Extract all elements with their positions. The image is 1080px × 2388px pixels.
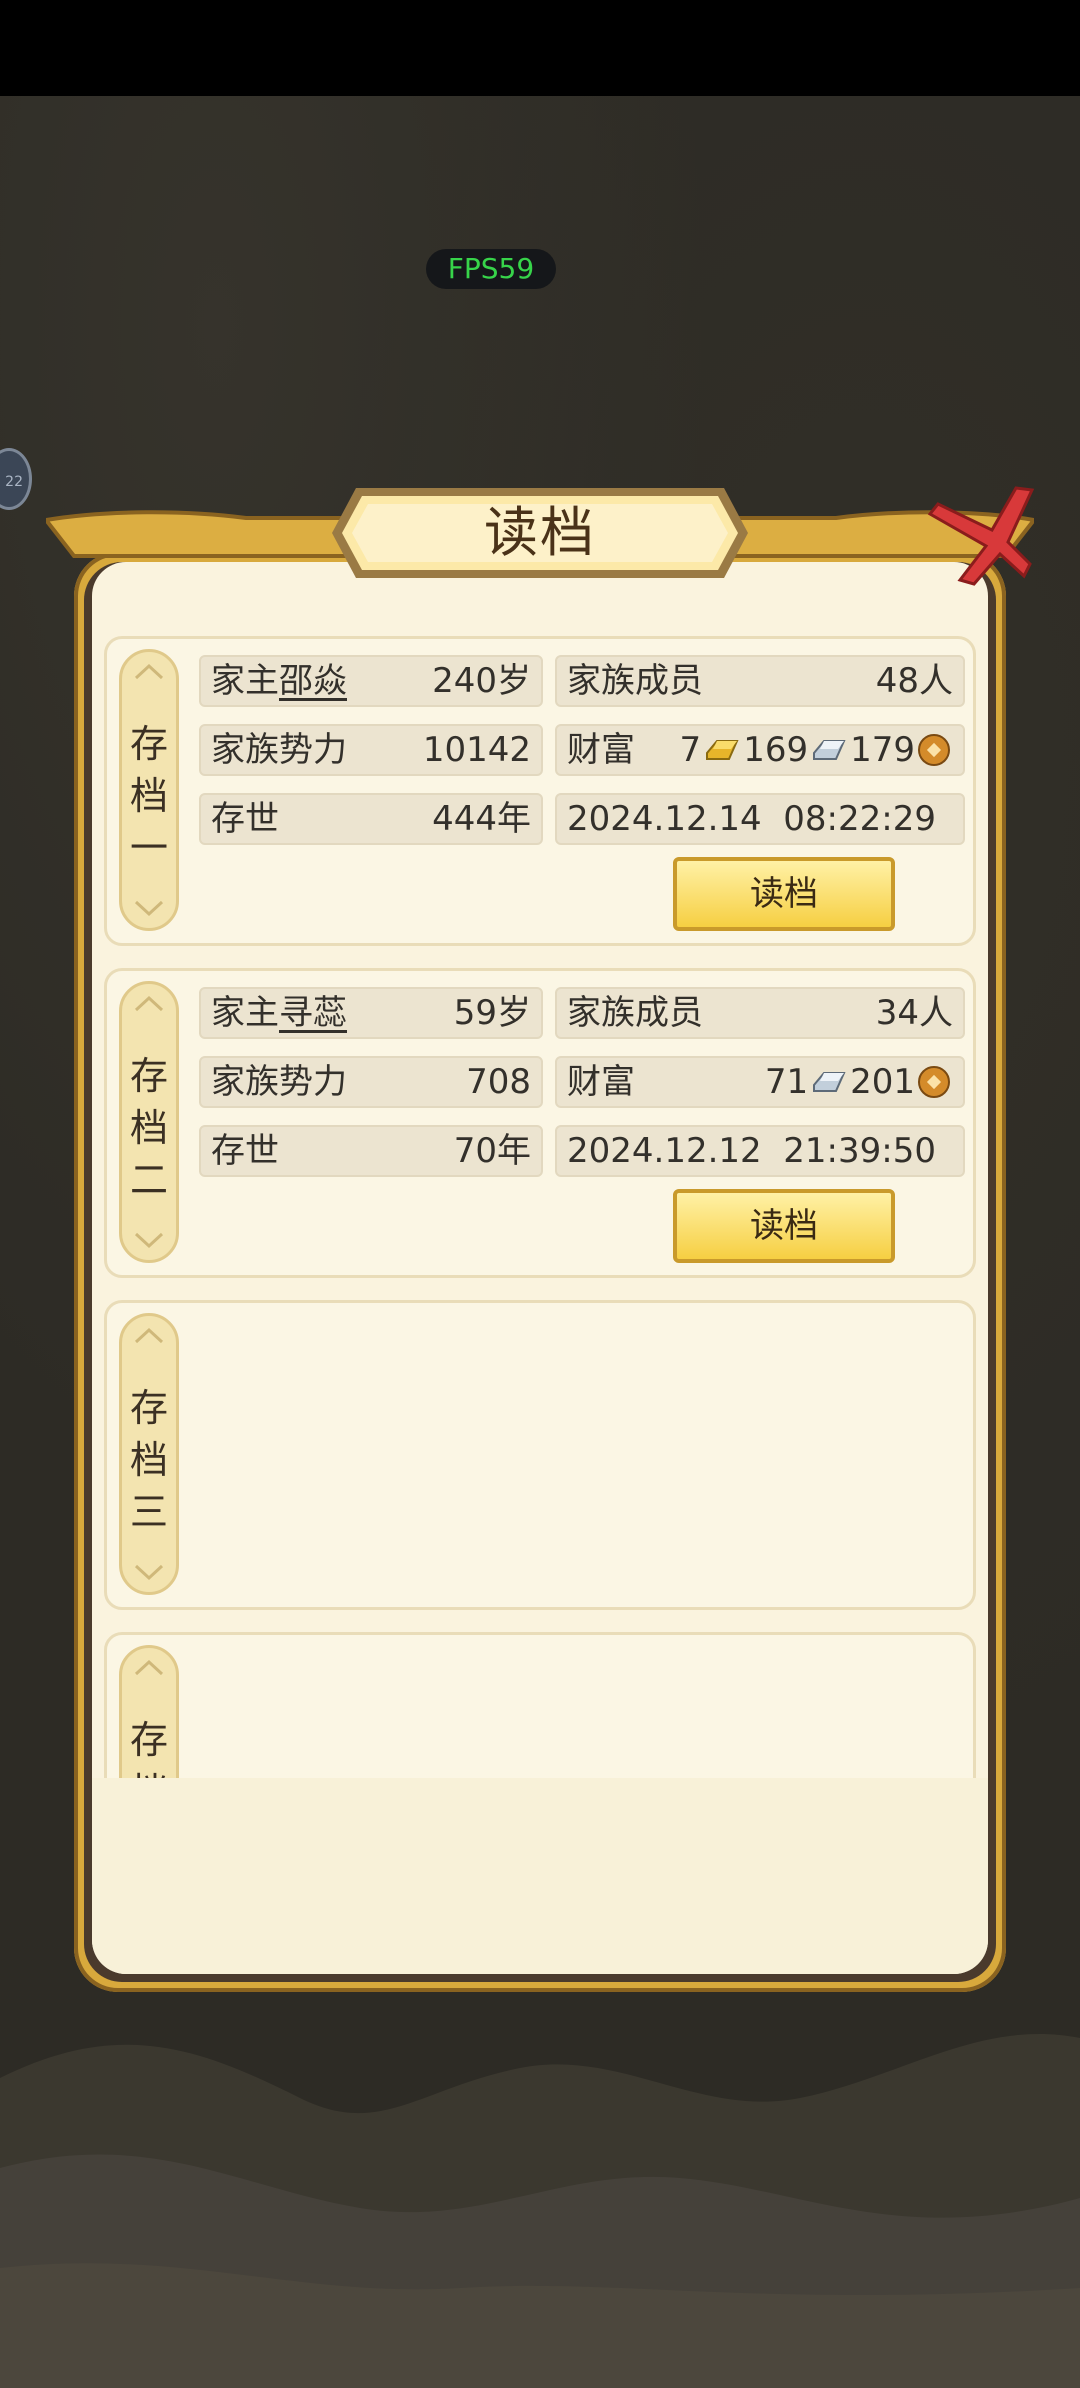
chevron-down-icon xyxy=(134,900,164,917)
head-age: 240岁 xyxy=(432,661,531,701)
wealth-label: 财富 xyxy=(567,1062,635,1102)
chevron-up-icon xyxy=(134,1659,164,1676)
save-slot-1[interactable]: 存 档 一 家主邵焱 240岁 家族成员 48人 家族势力 10142 财富 7… xyxy=(104,636,976,946)
power-value: 708 xyxy=(466,1062,531,1102)
slot-tab: 存 档 一 xyxy=(119,649,179,931)
era-value: 444年 xyxy=(432,799,531,839)
members-label: 家族成员 xyxy=(567,661,703,701)
wealth-silver: 169 xyxy=(743,730,809,770)
slot-tab: 存 档 三 xyxy=(119,1313,179,1595)
members-value: 34人 xyxy=(875,993,953,1033)
members-value: 48人 xyxy=(875,661,953,701)
saved-at-cell: 2024.12.12 21:39:50 xyxy=(555,1125,965,1177)
fps-counter: FPS59 xyxy=(426,249,556,289)
silver-ingot-icon xyxy=(813,740,846,760)
slot-tab-label: 存 档 xyxy=(129,1718,168,1778)
slot-tab: 存 档 二 xyxy=(119,981,179,1263)
saved-at: 2024.12.12 21:39:50 xyxy=(567,1131,936,1171)
chevron-up-icon xyxy=(134,1327,164,1344)
head-name-link[interactable]: 寻蕊 xyxy=(279,993,347,1033)
power-label: 家族势力 xyxy=(211,1062,347,1102)
wealth-cell: 财富 7 169 179 xyxy=(555,724,965,776)
save-slot-4[interactable]: 存 档 xyxy=(104,1632,976,1778)
silver-ingot-icon xyxy=(813,1072,846,1092)
copper-coin-icon xyxy=(918,734,950,766)
saved-at-cell: 2024.12.14 08:22:29 xyxy=(555,793,965,845)
head-label: 家主 xyxy=(211,993,279,1033)
chevron-up-icon xyxy=(134,663,164,680)
chevron-down-icon xyxy=(134,1564,164,1581)
save-slot-list[interactable]: 存 档 一 家主邵焱 240岁 家族成员 48人 家族势力 10142 财富 7… xyxy=(104,636,976,1778)
power-label: 家族势力 xyxy=(211,730,347,770)
wealth-cell: 财富 71 201 xyxy=(555,1056,965,1108)
copper-coin-icon xyxy=(918,1066,950,1098)
wealth-label: 财富 xyxy=(567,730,635,770)
close-icon xyxy=(927,486,1035,586)
dialog-title: 读档 xyxy=(484,501,596,564)
era-value: 70年 xyxy=(453,1131,531,1171)
load-button[interactable]: 读档 xyxy=(673,1189,895,1263)
era-cell: 存世 444年 xyxy=(199,793,543,845)
save-slot-3[interactable]: 存 档 三 xyxy=(104,1300,976,1610)
slot-tab-label: 存 档 二 xyxy=(129,1054,168,1202)
slot-tab: 存 档 xyxy=(119,1645,179,1778)
list-bottom-area xyxy=(92,1778,988,1974)
saved-at: 2024.12.14 08:22:29 xyxy=(567,799,936,839)
era-label: 存世 xyxy=(211,799,279,839)
head-name-link[interactable]: 邵焱 xyxy=(279,661,347,701)
chevron-up-icon xyxy=(134,995,164,1012)
wealth-silver: 71 xyxy=(764,1062,809,1102)
power-value: 10142 xyxy=(422,730,531,770)
head-age: 59岁 xyxy=(453,993,531,1033)
slot-tab-label: 存 档 三 xyxy=(129,1386,168,1534)
era-cell: 存世 70年 xyxy=(199,1125,543,1177)
load-button[interactable]: 读档 xyxy=(673,857,895,931)
save-slot-2[interactable]: 存 档 二 家主寻蕊 59岁 家族成员 34人 家族势力 708 财富 71 2… xyxy=(104,968,976,1278)
members-cell: 家族成员 48人 xyxy=(555,655,965,707)
head-label: 家主 xyxy=(211,661,279,701)
head-cell: 家主寻蕊 59岁 xyxy=(199,987,543,1039)
wealth-gold: 7 xyxy=(679,730,702,770)
head-cell: 家主邵焱 240岁 xyxy=(199,655,543,707)
chevron-down-icon xyxy=(134,1232,164,1249)
members-label: 家族成员 xyxy=(567,993,703,1033)
slot-tab-label: 存 档 一 xyxy=(129,722,168,870)
wealth-copper: 179 xyxy=(850,730,915,770)
close-button[interactable] xyxy=(912,484,1038,596)
power-cell: 家族势力 708 xyxy=(199,1056,543,1108)
power-cell: 家族势力 10142 xyxy=(199,724,543,776)
era-label: 存世 xyxy=(211,1131,279,1171)
status-bar xyxy=(0,0,1080,96)
wealth-copper: 201 xyxy=(850,1062,915,1102)
gold-ingot-icon xyxy=(706,740,739,760)
members-cell: 家族成员 34人 xyxy=(555,987,965,1039)
